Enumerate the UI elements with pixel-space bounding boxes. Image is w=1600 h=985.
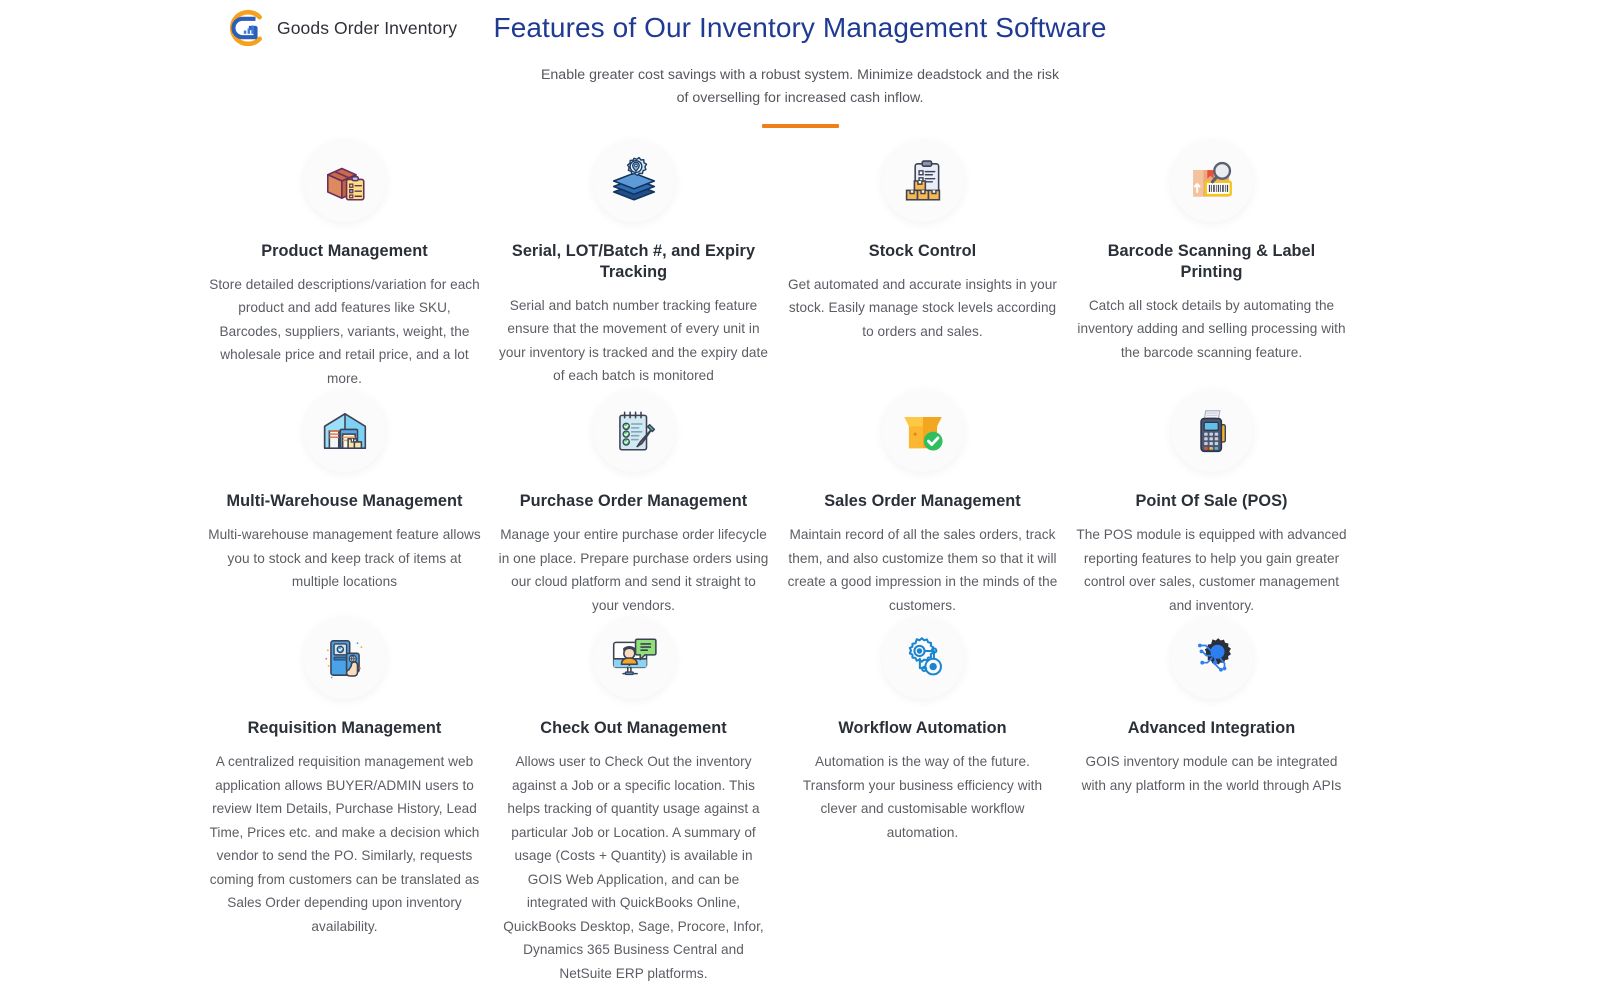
barcode-magnifier-box-icon: [1170, 140, 1253, 222]
gear-layers-location-icon: [592, 140, 675, 222]
feature-title: Product Management: [261, 242, 428, 260]
clipboard-boxes-icon: [881, 140, 964, 222]
feature-title: Check Out Management: [540, 719, 727, 738]
feature-title: Requisition Management: [247, 719, 442, 738]
package-box-checklist-icon: [303, 140, 386, 222]
warehouse-icon: [303, 390, 386, 473]
feature-title: Purchase Order Management: [519, 492, 748, 511]
feature-description: Multi-warehouse management feature allow…: [208, 527, 481, 590]
title-divider: [761, 124, 839, 129]
page-subtitle: Enable greater cost savings with a robus…: [540, 67, 1060, 107]
feature-card-barcode-scanning-label-printing[interactable]: Barcode Scanning & Label Printing Catch …: [1067, 140, 1356, 390]
feature-card-check-out-management[interactable]: Check Out Management Allows user to Chec…: [489, 617, 778, 985]
feature-card-point-of-sale[interactable]: Point Of Sale (POS) The POS module is eq…: [1067, 390, 1356, 617]
feature-card-stock-control[interactable]: Stock Control Get automated and accurate…: [778, 140, 1067, 390]
feature-description: Allows user to Check Out the inventory a…: [503, 754, 764, 981]
open-box-check-icon: [881, 390, 964, 473]
monitor-user-chat-icon: [592, 617, 675, 700]
feature-title: Advanced Integration: [1127, 719, 1296, 738]
feature-title: Sales Order Management: [824, 492, 1021, 511]
feature-description: Catch all stock details by automating th…: [1077, 297, 1346, 360]
gear-circuit-integration-icon: [1170, 617, 1253, 700]
feature-description: Manage your entire purchase order lifecy…: [498, 527, 769, 613]
feature-card-serial-lot-batch-expiry-tracking[interactable]: Serial, LOT/Batch #, and Expiry Tracking…: [489, 140, 778, 390]
notepad-checklist-pencil-icon: [592, 390, 675, 473]
feature-description: Serial and batch number tracking feature…: [499, 297, 768, 384]
feature-card-advanced-integration[interactable]: Advanced Integration GOIS inventory modu…: [1067, 617, 1356, 985]
page-header: Features of Our Inventory Management Sof…: [0, 0, 1600, 129]
feature-title: Serial, LOT/Batch #, and Expiry Tracking: [511, 242, 756, 281]
feature-description: A centralized requisition management web…: [209, 754, 480, 934]
feature-description: The POS module is equipped with advanced…: [1076, 527, 1347, 613]
feature-card-workflow-automation[interactable]: Workflow Automation Automation is the wa…: [778, 617, 1067, 985]
feature-card-product-management[interactable]: Product Management Store detailed descri…: [200, 140, 489, 390]
feature-title: Point Of Sale (POS): [1135, 492, 1288, 511]
feature-description: Automation is the way of the future. Tra…: [802, 754, 1043, 840]
gear-network-nodes-icon: [881, 617, 964, 700]
feature-card-requisition-management[interactable]: Requisition Management A centralized req…: [200, 617, 489, 985]
feature-title: Stock Control: [868, 242, 977, 260]
kiosk-hand-touch-icon: [303, 617, 386, 700]
feature-title: Workflow Automation: [838, 719, 1007, 738]
feature-description: GOIS inventory module can be integrated …: [1081, 754, 1342, 793]
features-grid: Product Management Store detailed descri…: [200, 140, 1400, 985]
feature-description: Get automated and accurate insights in y…: [788, 276, 1057, 339]
feature-title: Multi-Warehouse Management: [226, 492, 463, 511]
feature-card-sales-order-management[interactable]: Sales Order Management Maintain record o…: [778, 390, 1067, 617]
page-title: Features of Our Inventory Management Sof…: [493, 12, 1107, 43]
feature-card-purchase-order-management[interactable]: Purchase Order Management Manage your en…: [489, 390, 778, 617]
feature-card-multi-warehouse-management[interactable]: Multi-Warehouse Management Multi-warehou…: [200, 390, 489, 617]
feature-description: Maintain record of all the sales orders,…: [787, 527, 1058, 613]
pos-card-terminal-icon: [1170, 390, 1253, 473]
feature-title: Barcode Scanning & Label Printing: [1107, 242, 1316, 281]
feature-description: Store detailed descriptions/variation fo…: [209, 276, 480, 386]
